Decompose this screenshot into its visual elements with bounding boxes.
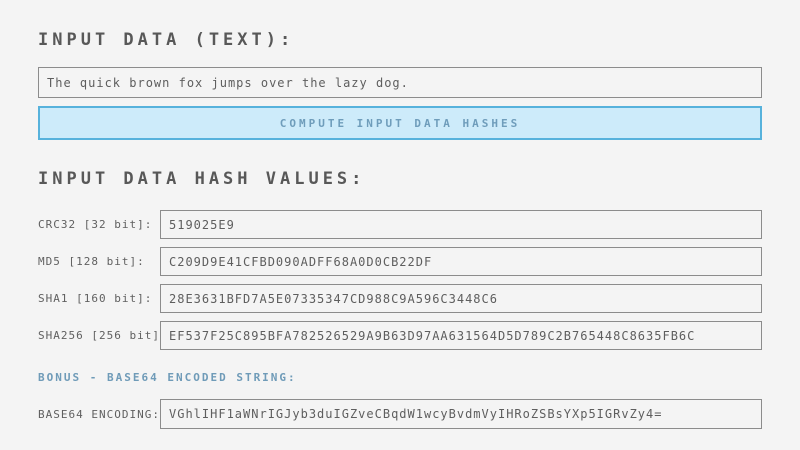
crc32-value-field[interactable] — [160, 210, 762, 239]
hash-row-md5: MD5 [128 bit]: — [38, 247, 762, 276]
hash-tool-page: INPUT DATA (TEXT): COMPUTE INPUT DATA HA… — [0, 0, 800, 450]
sha256-value-field[interactable] — [160, 321, 762, 350]
hash-row-sha1: SHA1 [160 bit]: — [38, 284, 762, 313]
hash-row-base64: BASE64 ENCODING: — [38, 399, 762, 429]
input-data-title: INPUT DATA (TEXT): — [38, 30, 762, 50]
compute-hashes-button[interactable]: COMPUTE INPUT DATA HASHES — [38, 106, 762, 140]
hash-row-sha256: SHA256 [256 bit]: — [38, 321, 762, 350]
base64-label: BASE64 ENCODING: — [38, 408, 160, 421]
bonus-base64-title: BONUS - BASE64 ENCODED STRING: — [38, 371, 762, 384]
sha1-value-field[interactable] — [160, 284, 762, 313]
sha1-label: SHA1 [160 bit]: — [38, 292, 160, 305]
hash-row-crc32: CRC32 [32 bit]: — [38, 210, 762, 239]
crc32-label: CRC32 [32 bit]: — [38, 218, 160, 231]
md5-label: MD5 [128 bit]: — [38, 255, 160, 268]
input-data-field[interactable] — [38, 67, 762, 98]
base64-value-field[interactable] — [160, 399, 762, 429]
hash-values-title: INPUT DATA HASH VALUES: — [38, 169, 762, 189]
sha256-label: SHA256 [256 bit]: — [38, 329, 160, 342]
md5-value-field[interactable] — [160, 247, 762, 276]
